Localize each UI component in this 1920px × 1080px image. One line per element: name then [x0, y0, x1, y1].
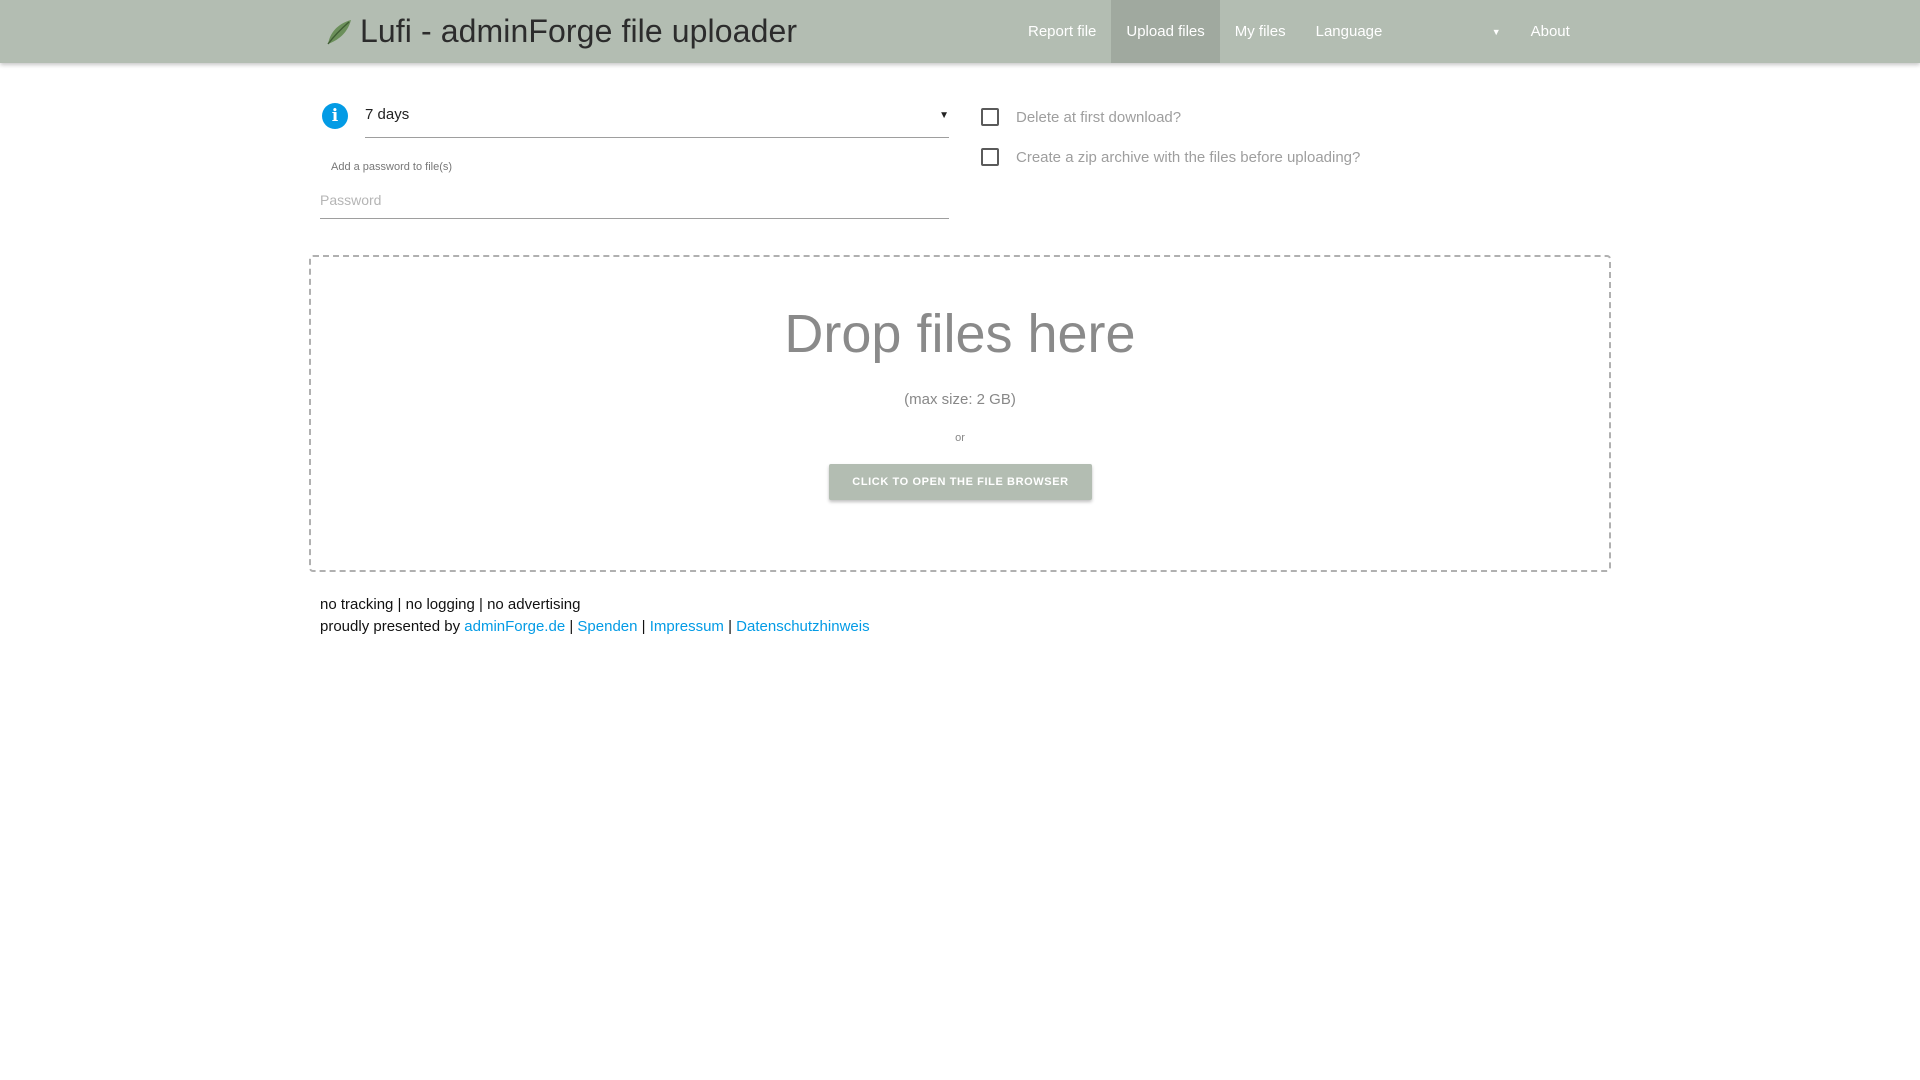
delay-select[interactable]: 7 days ▼ [365, 98, 949, 138]
delete-first-download-label: Delete at first download? [1016, 108, 1182, 126]
password-label: Add a password to file(s) [331, 161, 453, 173]
nav-menu: Report file Upload files My files Langua… [1013, 0, 1585, 63]
chevron-down-icon: ▼ [1491, 26, 1501, 37]
footer-separator: | [569, 618, 574, 635]
nav-upload-files[interactable]: Upload files [1111, 0, 1220, 63]
nav-language-label: Language [1315, 23, 1383, 40]
brand-link[interactable]: Lufi - adminForge file uploader [324, 0, 797, 63]
chevron-down-icon: ▼ [939, 110, 949, 121]
file-drop-zone[interactable]: Drop files here (max size: 2 GB) or Clic… [309, 255, 1611, 572]
footer: no tracking | no logging | no advertisin… [320, 594, 870, 638]
nav-about[interactable]: About [1516, 0, 1585, 63]
delete-first-download-option[interactable]: Delete at first download? [981, 108, 1181, 126]
or-text: or [955, 432, 965, 444]
nav-language-dropdown[interactable]: Language ▼ [1301, 0, 1516, 63]
brand-title: Lufi - adminForge file uploader [360, 13, 798, 49]
zip-archive-label: Create a zip archive with the files befo… [1016, 148, 1361, 166]
zip-archive-checkbox[interactable] [981, 148, 999, 166]
navbar: Lufi - adminForge file uploader Report f… [0, 0, 1920, 63]
footer-link-adminforge[interactable]: adminForge.de [464, 618, 565, 635]
info-icon[interactable]: i [322, 103, 348, 129]
footer-tagline: no tracking | no logging | no advertisin… [320, 596, 581, 613]
password-input[interactable] [320, 181, 949, 219]
footer-link-datenschutz[interactable]: Datenschutzhinweis [736, 618, 869, 635]
footer-separator: | [728, 618, 732, 635]
delay-select-value: 7 days [365, 106, 410, 123]
delete-first-download-checkbox[interactable] [981, 108, 999, 126]
zip-archive-option[interactable]: Create a zip archive with the files befo… [981, 148, 1360, 166]
footer-separator: | [641, 618, 646, 635]
footer-link-spenden[interactable]: Spenden [577, 618, 637, 635]
nav-report-file[interactable]: Report file [1013, 0, 1111, 63]
footer-credits: proudly presented by adminForge.de | Spe… [320, 616, 870, 638]
footer-presented-by: proudly presented by [320, 618, 461, 635]
nav-my-files[interactable]: My files [1220, 0, 1301, 63]
open-file-browser-button[interactable]: Click to open the file browser [829, 464, 1092, 500]
max-size-text: (max size: 2 GB) [904, 391, 1016, 408]
footer-link-impressum[interactable]: Impressum [650, 618, 724, 635]
drop-title: Drop files here [784, 304, 1136, 364]
leaf-logo-icon [324, 17, 354, 47]
